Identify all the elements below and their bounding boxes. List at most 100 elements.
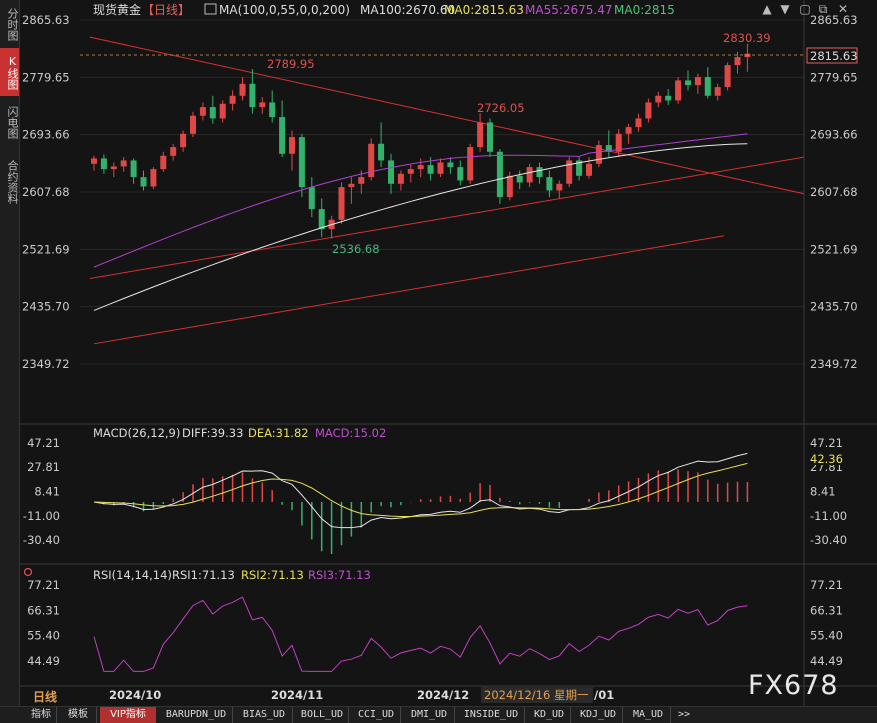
macd-macd: MACD:15.02	[315, 426, 386, 440]
candle-body	[467, 147, 474, 181]
candle-body	[496, 151, 503, 198]
macd-dea: DEA:31.82	[248, 426, 309, 440]
rsi-left-tick: 66.31	[27, 603, 60, 617]
time-label-dec: 2024/12	[417, 688, 469, 702]
ma0-value-b: MA0:2815	[614, 3, 675, 17]
candle-body	[397, 173, 404, 184]
macd-tick: -11.00	[810, 509, 847, 523]
candle-body	[388, 160, 394, 184]
candle-body	[180, 133, 187, 148]
candle-body	[744, 53, 751, 58]
rsi-left-tick: 55.40	[27, 629, 60, 643]
period-label: 【日线】	[142, 3, 190, 17]
macd-diff: DIFF:39.33	[182, 426, 243, 440]
candle-body	[110, 166, 117, 170]
rsi-rsi1: RSI1:71.13	[172, 568, 235, 582]
candle-body	[536, 167, 543, 178]
tab-ma[interactable]: MA_UD	[626, 707, 671, 723]
tab-kdj[interactable]: KDJ_UD	[574, 707, 623, 723]
candle-body	[546, 177, 553, 191]
candle-body	[506, 175, 513, 198]
price-tick: 2693.66	[810, 128, 858, 142]
tab-kd[interactable]: KD_UD	[528, 707, 571, 723]
candle-body	[170, 147, 177, 156]
candle-body	[714, 87, 721, 96]
current-price-label: 2815.63	[810, 49, 858, 63]
rsi-tick: 66.31	[810, 603, 843, 617]
candle-body	[279, 117, 286, 154]
candle-body	[407, 169, 414, 174]
candle-body	[249, 83, 256, 108]
candle-body	[457, 167, 464, 181]
frame-icon[interactable]: ▢	[798, 2, 812, 16]
candle-body	[724, 65, 731, 88]
tab-indicators[interactable]: 指标	[26, 707, 57, 723]
candle-body	[289, 137, 295, 154]
candle-body	[160, 155, 167, 170]
tab-templates[interactable]: 模板	[60, 707, 97, 723]
candle-body	[259, 102, 266, 108]
close-icon[interactable]: ✕	[836, 2, 850, 16]
tab-contract-info[interactable]: 合约资料	[0, 152, 19, 212]
candle-body	[199, 107, 206, 116]
candle-body	[556, 183, 563, 191]
more-tabs-button[interactable]: >>	[674, 707, 694, 723]
candle-body	[526, 167, 533, 183]
tab-dmi[interactable]: DMI_UD	[404, 707, 455, 723]
candle-body	[586, 163, 592, 176]
candle-body	[229, 95, 236, 104]
candle-body	[595, 145, 602, 164]
arrow-down-icon[interactable]: ▼	[778, 2, 792, 16]
candle-body	[675, 80, 682, 101]
candle-body	[140, 177, 147, 187]
candle-body	[665, 95, 672, 101]
macd-title: MACD(26,12,9)	[93, 426, 180, 440]
arrow-up-icon[interactable]: ▲	[760, 2, 774, 16]
macd-left-tick: -11.00	[23, 509, 60, 523]
candle-body	[477, 122, 484, 148]
left-price-tick: 2435.70	[22, 300, 70, 314]
candle-body	[219, 103, 226, 119]
restore-icon[interactable]: ⧉	[816, 2, 830, 16]
candle-body	[298, 137, 305, 188]
tab-cci[interactable]: CCI_UD	[352, 707, 401, 723]
ma100-value: MA100:2670.60	[360, 3, 455, 17]
tab-inside[interactable]: INSIDE_UD	[458, 707, 525, 723]
tab-bias[interactable]: BIAS_UD	[236, 707, 293, 723]
tab-vip-indicators[interactable]: VIP指标	[100, 707, 156, 723]
candle-body	[318, 209, 325, 230]
rsi-rsi3: RSI3:71.13	[308, 568, 371, 582]
annotation-high-jan: 2830.39	[723, 31, 771, 45]
candle-body	[635, 118, 642, 128]
candle-body	[348, 183, 355, 188]
chart-area[interactable]: 现货黄金 【日线】 MA(100,0,55,0,0,200) MA100:267…	[20, 0, 877, 706]
tab-kline[interactable]: K线图	[0, 48, 19, 96]
macd-left-tick: 8.41	[34, 484, 60, 498]
tab-flash[interactable]: 闪电图	[0, 100, 19, 144]
annotation-low-nov: 2536.68	[332, 242, 380, 256]
sidebar: 分时图 K线图 闪电图 合约资料	[0, 0, 20, 722]
macd-tick: 8.41	[810, 484, 836, 498]
time-label-trailing: /01	[594, 688, 614, 702]
candle-body	[150, 169, 157, 187]
candle-body	[487, 122, 493, 152]
time-cursor-label: 2024/12/16 星期一	[484, 688, 589, 702]
left-price-tick: 2349.72	[22, 357, 70, 371]
tab-barupdn[interactable]: BARUPDN_UD	[160, 707, 233, 723]
rsi-left-tick: 44.49	[27, 654, 60, 668]
left-price-tick: 2693.66	[22, 128, 70, 142]
ma0-value-a: MA0:2815.63	[444, 3, 524, 17]
price-tick: 2349.72	[810, 357, 858, 371]
rsi-left-tick: 77.21	[27, 578, 60, 592]
candle-body	[427, 165, 434, 174]
candle-body	[378, 143, 385, 161]
tab-boll[interactable]: BOLL_UD	[296, 707, 349, 723]
macd-current-label: 42.36	[810, 452, 843, 466]
candle-body	[308, 187, 315, 210]
candle-body	[447, 162, 454, 168]
candle-body	[209, 107, 216, 119]
candle-body	[625, 127, 632, 134]
candle-body	[338, 187, 345, 220]
ma-group-label: MA(100,0,55,0,0,200)	[219, 3, 350, 17]
tab-timeshare[interactable]: 分时图	[0, 4, 19, 44]
